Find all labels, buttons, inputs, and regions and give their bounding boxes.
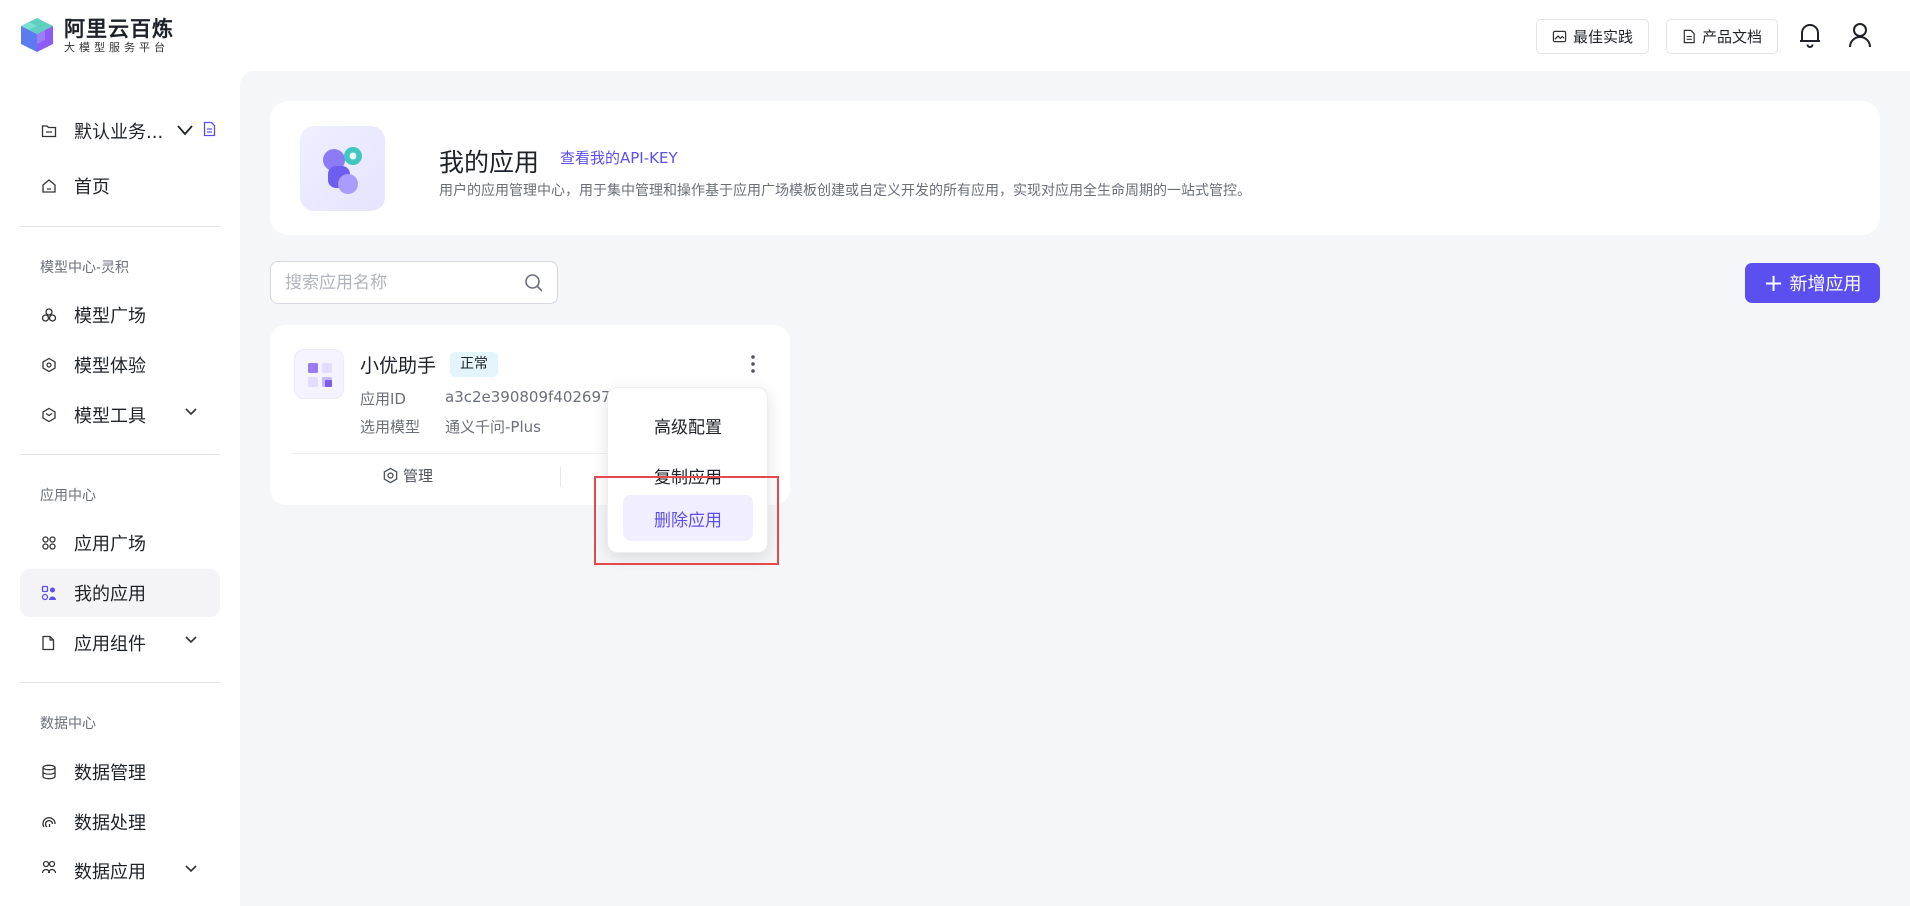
app-icon	[294, 349, 344, 399]
sidebar-divider	[20, 682, 220, 683]
chevron-down-icon	[185, 408, 197, 416]
plus-icon: +	[1763, 269, 1784, 297]
manage-label: 管理	[403, 467, 434, 485]
sidebar-item-label: 数据处理	[74, 813, 146, 834]
fingerprint-icon	[40, 813, 58, 831]
search-box	[270, 261, 558, 304]
sidebar-item-app-components[interactable]: 应用组件	[20, 619, 220, 667]
top-bar: 阿里云百炼 大模型服务平台 最佳实践 产品文档	[0, 0, 1910, 71]
model-label: 选用模型	[360, 418, 421, 436]
sidebar-item-label: 模型广场	[74, 306, 146, 327]
document-icon	[1683, 29, 1695, 44]
sidebar-item-model-square[interactable]: 模型广场	[20, 291, 220, 339]
sidebar-item-label: 数据管理	[74, 763, 146, 784]
grid-icon	[40, 534, 58, 552]
docs-button[interactable]: 产品文档	[1666, 19, 1779, 54]
manage-button[interactable]: 管理	[382, 465, 433, 486]
app-id-label: 应用ID	[360, 390, 406, 408]
bell-icon[interactable]	[1795, 20, 1825, 50]
section-app-center: 应用中心	[40, 488, 96, 504]
chevron-down-icon	[185, 865, 197, 873]
chevron-down-icon	[185, 636, 197, 644]
my-apps-icon	[40, 584, 58, 602]
best-practice-button[interactable]: 最佳实践	[1536, 19, 1650, 54]
model-experience-icon	[40, 356, 58, 374]
home-icon	[40, 177, 58, 195]
database-icon	[40, 763, 58, 781]
image-icon	[1552, 30, 1567, 43]
sidebar-item-data-application[interactable]: 数据应用	[20, 848, 220, 888]
logo-subtitle: 大模型服务平台	[64, 40, 169, 54]
page-header: 我的应用 查看我的API-KEY 用户的应用管理中心，用于集中管理和操作基于应用…	[270, 101, 1880, 235]
page-description: 用户的应用管理中心，用于集中管理和操作基于应用广场模板创建或自定义开发的所有应用…	[439, 183, 1251, 199]
gear-icon	[383, 467, 398, 484]
docs-label: 产品文档	[1702, 28, 1763, 46]
workspace-label: 默认业务...	[74, 122, 164, 143]
apps-illustration-icon	[300, 126, 385, 211]
sidebar-divider	[20, 226, 220, 227]
best-practice-label: 最佳实践	[1573, 28, 1634, 46]
app-id-value: a3c2e390809f402697c	[445, 388, 619, 406]
folder-icon	[40, 122, 58, 140]
logo-cube-icon	[19, 16, 55, 54]
sidebar-item-label: 数据应用	[74, 862, 146, 883]
sidebar-item-data-management[interactable]: 数据管理	[20, 748, 220, 796]
sidebar-item-label: 应用广场	[74, 534, 146, 555]
main-content: 我的应用 查看我的API-KEY 用户的应用管理中心，用于集中管理和操作基于应用…	[240, 71, 1910, 906]
sidebar-item-label: 应用组件	[74, 634, 146, 655]
sidebar-item-label: 首页	[74, 177, 110, 198]
component-icon	[40, 634, 58, 652]
sidebar-item-data-processing[interactable]: 数据处理	[20, 798, 220, 846]
model-square-icon	[40, 306, 58, 324]
search-input[interactable]	[271, 262, 511, 303]
sidebar-item-home[interactable]: 首页	[20, 162, 220, 210]
sidebar-item-label: 模型工具	[74, 406, 146, 427]
model-tools-icon	[40, 406, 58, 424]
sidebar-item-label: 我的应用	[74, 584, 146, 605]
sidebar-item-label: 模型体验	[74, 356, 146, 377]
data-app-icon	[40, 858, 58, 876]
page-title: 我的应用	[439, 148, 540, 177]
menu-item-advanced-config[interactable]: 高级配置	[623, 402, 753, 448]
new-app-label: 新增应用	[1789, 274, 1862, 295]
sidebar-item-model-tools[interactable]: 模型工具	[20, 391, 220, 439]
app-name[interactable]: 小优助手	[360, 351, 436, 378]
sidebar-item-app-square[interactable]: 应用广场	[20, 519, 220, 567]
model-value: 通义千问-Plus	[445, 418, 541, 436]
highlight-box	[594, 476, 779, 565]
section-data-center: 数据中心	[40, 716, 96, 732]
sidebar: 默认业务... 首页 模型中心-灵积 模型广场 模型体验 模型工具 应用中心 应…	[0, 71, 240, 906]
workspace-selector[interactable]: 默认业务...	[20, 107, 220, 155]
sidebar-divider	[20, 454, 220, 455]
search-icon[interactable]	[524, 273, 544, 293]
api-key-link[interactable]: 查看我的API-KEY	[560, 147, 678, 168]
sidebar-item-my-apps[interactable]: 我的应用	[20, 569, 220, 617]
logo[interactable]: 阿里云百炼 大模型服务平台	[19, 16, 174, 54]
workspace-doc-icon	[203, 121, 216, 137]
logo-title: 阿里云百炼	[64, 16, 174, 41]
action-separator	[560, 467, 561, 487]
more-options-icon[interactable]	[740, 351, 766, 377]
chevron-down-icon	[177, 125, 193, 136]
user-icon[interactable]	[1845, 20, 1875, 50]
sidebar-item-model-experience[interactable]: 模型体验	[20, 341, 220, 389]
section-model-center: 模型中心-灵积	[40, 260, 130, 276]
status-badge: 正常	[450, 352, 498, 377]
new-app-button[interactable]: + 新增应用	[1745, 263, 1880, 303]
